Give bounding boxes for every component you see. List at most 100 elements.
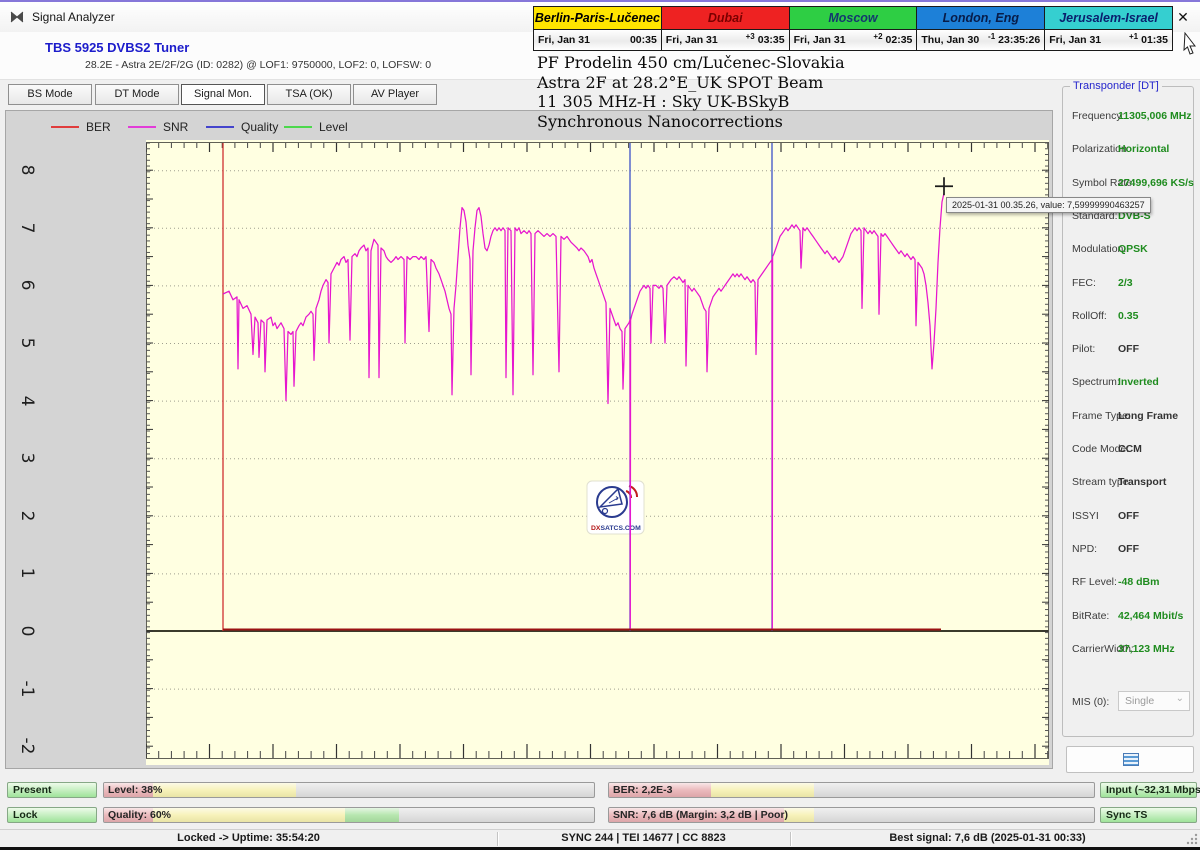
legend-item-ber: BER: [51, 118, 111, 134]
legend-label: SNR: [163, 119, 189, 134]
clock-time-row: Thu, Jan 30 -1 23:35:26: [917, 30, 1045, 50]
transponder-label-pilot: Pilot:: [1072, 343, 1096, 356]
dxsatcs-logo: DXSATCS.COM: [586, 480, 645, 535]
transponder-label-spectrum: Spectrum:: [1072, 376, 1120, 389]
statusbar-segment-1: SYNC 244 | TEI 14677 | CC 8823: [561, 832, 726, 844]
mis-selected-value: Single: [1125, 695, 1155, 707]
gauge-label: SNR: 7,6 dB (Margin: 3,2 dB | Poor): [613, 809, 789, 821]
transponder-value-pilot: OFF: [1118, 343, 1139, 356]
transponder-value-frame-type: Long Frame: [1118, 409, 1179, 422]
y-tick-label: 1: [17, 567, 37, 579]
status-bar: Locked -> Uptime: 35:54:20 SYNC 244 | TEI…: [0, 829, 1200, 847]
gauge-zone: [711, 783, 814, 797]
mis-select[interactable]: Single ⌄: [1118, 691, 1190, 711]
transponder-label-rolloff: RollOff:: [1072, 309, 1107, 322]
clock-city-label: Dubai: [661, 7, 789, 30]
legend-label: Quality: [241, 119, 279, 134]
tab-dt-mode[interactable]: DT Mode: [95, 84, 179, 105]
tab-signal-mon[interactable]: Signal Mon.: [181, 84, 265, 105]
legend-item-level: Level: [284, 118, 348, 134]
ts-stripes-icon: [1123, 753, 1139, 766]
clock-jerusalem-israel: Jerusalem-Israel Fri, Jan 31 +1 01:35: [1045, 7, 1172, 50]
window-title: Signal Analyzer: [32, 10, 115, 24]
signal-analyzer-window: Signal Analyzer ✕ TBS 5925 DVBS2 Tuner 2…: [0, 0, 1200, 850]
clock-utc-offset: -1: [988, 31, 996, 41]
gauge-label: Quality: 60%: [108, 809, 172, 821]
gauge-zone: [784, 808, 814, 822]
chevron-down-icon: ⌄: [1175, 693, 1184, 704]
transponder-label-npd: NPD:: [1072, 542, 1098, 555]
clock-time-value: 02:35: [885, 34, 913, 46]
mode-tabs-bar: BS Mode DT Mode Signal Mon. TSA (OK) AV Play…: [0, 80, 1200, 110]
transponder-value-fec: 2/3: [1118, 276, 1133, 289]
legend-line-swatch: [206, 125, 234, 128]
clock-date: Fri, Jan 31: [1049, 34, 1102, 46]
transponder-value-code-mode: CCM: [1118, 443, 1142, 455]
quality-gauge: Quality: 60%: [103, 807, 595, 823]
transponder-value-rf-level: -48 dBm: [1118, 576, 1160, 589]
clock-utc-offset: +2: [873, 31, 883, 41]
signal-plot[interactable]: DXSATCS.COM: [146, 140, 1049, 765]
gauge-label: Level: 38%: [108, 784, 163, 796]
clock-date: Thu, Jan 30: [921, 34, 980, 46]
clock-date: Fri, Jan 31: [538, 34, 590, 46]
gauge-zone: [153, 808, 346, 822]
app-icon: [10, 11, 24, 23]
clock-london-eng: London, Eng Thu, Jan 30 -1 23:35:26: [917, 7, 1046, 50]
mis-label: MIS (0):: [1072, 696, 1110, 708]
legend-item-snr: SNR: [128, 118, 188, 134]
clock-dubai: Dubai Fri, Jan 31 +3 03:35: [661, 7, 790, 50]
present-indicator: Present: [7, 782, 97, 798]
tab-tsa-ok[interactable]: TSA (OK): [267, 84, 351, 105]
tab-av-player[interactable]: AV Player: [353, 84, 437, 105]
tuner-details: 28.2E - Astra 2E/2F/2G (ID: 0282) @ LOF1…: [85, 59, 432, 71]
transponder-value-symbol-rate: 27499,696 KS/s: [1118, 176, 1194, 189]
close-button[interactable]: ✕: [1170, 6, 1196, 28]
transponder-label-issyi: ISSYI: [1072, 509, 1099, 522]
clock-utc-offset: +3: [745, 31, 755, 41]
clock-city-label: Berlin-Paris-Lučenec: [534, 7, 661, 30]
gauge-zone: [153, 783, 296, 797]
clock-time-row: Fri, Jan 31 +2 02:35: [789, 30, 917, 50]
signal-chart-panel: BER SNR Quality Level 8 7 6 5 4 3 2 1 0 -1 -2 DXSATCS…: [5, 110, 1053, 769]
clock-time-row: Fri, Jan 31 +1 01:35: [1045, 30, 1172, 50]
lock-indicator: Lock: [7, 807, 97, 823]
statusbar-segment-2: Best signal: 7,6 dB (2025-01-31 00:33): [889, 832, 1086, 844]
legend-label: Level: [319, 119, 348, 134]
clock-time-value: 00:35: [629, 34, 657, 46]
ber-gauge: BER: 2,2E-3: [608, 782, 1095, 798]
legend-line-swatch: [51, 125, 79, 128]
transponder-value-modulation: QPSK: [1118, 243, 1148, 256]
clock-time-value: 23:35:26: [998, 34, 1041, 46]
mouse-cursor: [1183, 32, 1197, 55]
transponder-label-bitrate: BitRate:: [1072, 609, 1110, 622]
resize-grip[interactable]: [1186, 833, 1198, 845]
legend-line-swatch: [284, 125, 312, 128]
transponder-value-bitrate: 42,464 Mbit/s: [1118, 609, 1184, 622]
legend-label: BER: [86, 119, 111, 134]
gauge-label: BER: 2,2E-3: [613, 784, 673, 796]
transponder-label-fec: FEC:: [1072, 276, 1096, 289]
legend-line-swatch: [128, 125, 156, 128]
transponder-value-spectrum: Inverted: [1118, 376, 1159, 389]
clock-city-label: London, Eng: [917, 7, 1045, 30]
y-tick-label: -1: [17, 680, 37, 698]
transponder-group-title: Transponder [DT]: [1070, 80, 1162, 92]
statusbar-separator: [790, 832, 791, 846]
transponder-value-polarization: Horizontal: [1118, 143, 1170, 156]
transponder-value-carrierwidth: 37,123 MHz: [1118, 642, 1175, 655]
input-bitrate-indicator: Input (~32,31 Mbps): [1100, 782, 1200, 798]
sync-ts-indicator: Sync TS: [1100, 807, 1197, 823]
gauge-zone: [345, 808, 400, 822]
clock-time-row: Fri, Jan 31 00:35: [534, 30, 661, 50]
statusbar-separator: [497, 832, 498, 846]
svg-text:DXSATCS.COM: DXSATCS.COM: [591, 525, 641, 532]
y-tick-label: 6: [17, 279, 37, 291]
clock-city-label: Jerusalem-Israel: [1045, 7, 1172, 30]
world-clocks-panel: Berlin-Paris-Lučenec Fri, Jan 31 00:35 Duba…: [533, 6, 1173, 51]
transponder-value-standard: DVB-S: [1118, 209, 1151, 222]
transponder-label-rf-level: RF Level:: [1072, 576, 1117, 589]
ts-record-button[interactable]: [1066, 746, 1194, 773]
transponder-value-frequency: 11305,006 MHz: [1118, 110, 1192, 122]
tab-bs-mode[interactable]: BS Mode: [8, 84, 92, 105]
